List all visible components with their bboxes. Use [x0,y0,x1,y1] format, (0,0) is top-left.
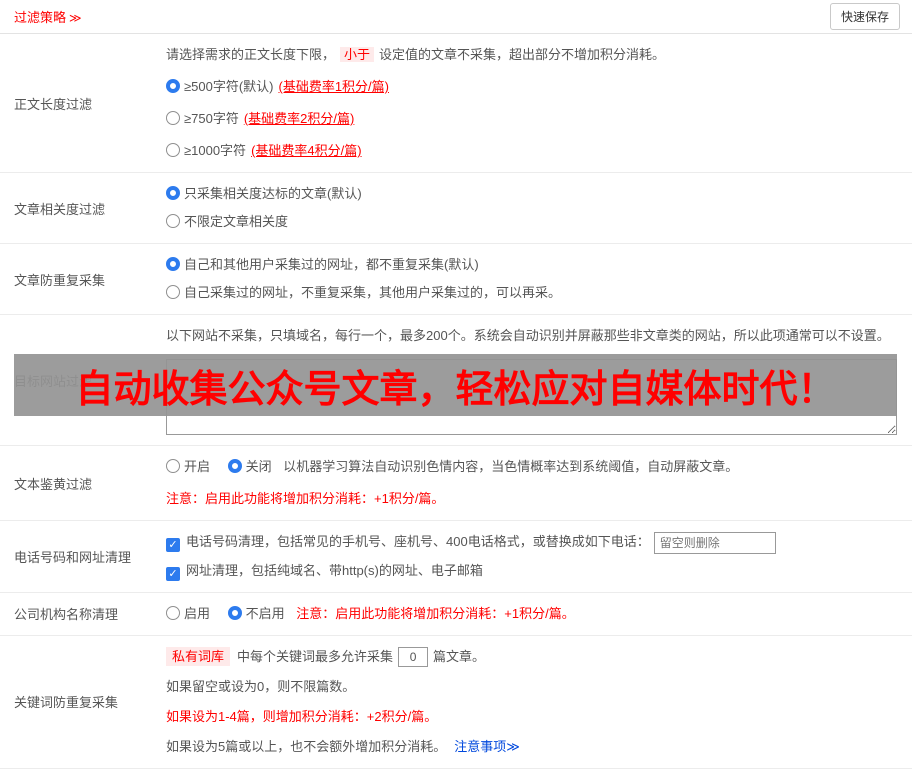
radio-500-chars[interactable] [166,79,180,93]
company-cleanup-cost-note: 注意：启用此功能将增加积分消耗：+1积分/篇。 [296,605,575,621]
row-label-relevance: 文章相关度过滤 [14,201,106,217]
page-title-text: 过滤策略 [14,10,67,25]
phone-cleanup-checkbox[interactable]: ✓ [166,538,180,552]
keyword-limit-text: 中每个关键词最多允许采集 [237,648,394,664]
option-text: ≥750字符 [184,111,239,126]
porn-option-off[interactable]: 关闭 [227,459,272,474]
blocked-sites-desc: 以下网站不采集，只填域名，每行一个，最多200个。系统会自动识别并屏蔽那些非文章… [166,328,890,343]
row-relevance-filter: 文章相关度过滤 只采集相关度达标的文章(默认) 不限定文章相关度 [0,173,912,244]
option-text: 只采集相关度达标的文章(默认) [184,186,362,201]
phone-replace-input[interactable] [653,531,776,554]
fee-note: (基础费率4积分/篇) [251,143,362,158]
fee-note: (基础费率2积分/篇) [243,111,355,126]
url-cleanup-checkbox[interactable]: ✓ [166,566,180,581]
row-label-company-cleanup: 公司机构名称清理 [14,607,119,623]
check-icon: ✓ [168,539,178,551]
length-option-500[interactable]: ≥500字符(默认) (基础费率1积分/篇) [166,76,897,98]
keyword-limit-input[interactable] [398,647,429,668]
watermark-text: 自动收集公众号文章，轻松应对自媒体时代！ [75,368,836,411]
top-toolbar: 过滤策略 ≫ 快速保存 [0,0,912,34]
company-cleanup-options: 启用 不启用 注意：启用此功能将增加积分消耗：+1积分/篇。 [166,603,897,625]
radio-company-off[interactable] [227,605,242,620]
dedup-option-self-only[interactable]: 自己采集过的网址，不重复采集，其他用户采集过的，可以再采。 [166,282,897,304]
option-text: 不启用 [245,605,285,621]
relevance-option-any[interactable]: 不限定文章相关度 [166,211,897,233]
company-option-on[interactable]: 启用 [166,605,211,621]
check-icon: ✓ [168,567,178,580]
option-text: ≥1000字符 [184,143,247,158]
company-option-off[interactable]: 不启用 [227,605,285,621]
notice-link[interactable]: 注意事项≫ [454,739,520,754]
radio-relevance-strict[interactable] [166,186,180,200]
keyword-note-five-text: 如果设为5篇或以上，也不会额外增加积分消耗。 [166,738,447,754]
less-than-highlight: 小于 [340,47,375,62]
keyword-limit-text-end: 篇文章。 [433,648,486,664]
radio-porn-on[interactable] [166,459,180,473]
intro-pre: 请选择需求的正文长度下限， [166,47,336,62]
row-keyword-dedup: 关键词防重复采集 私有词库中每个关键词最多允许采集 篇文章。 如果留空或设为0，则… [0,636,912,769]
row-label-dedup: 文章防重复采集 [14,272,106,288]
intro-post: 设定值的文章不采集，超出部分不增加积分消耗。 [379,47,666,62]
page-title[interactable]: 过滤策略 ≫ [14,7,82,26]
keyword-limit-line: 私有词库中每个关键词最多允许采集 篇文章。 [166,646,897,668]
watermark-banner: 自动收集公众号文章，轻松应对自媒体时代！ [14,354,897,416]
double-chevron-icon: ≫ [69,11,82,25]
radio-1000-chars[interactable] [166,143,180,157]
keyword-note-zero: 如果留空或设为0，则不限篇数。 [166,678,356,694]
length-option-1000[interactable]: ≥1000字符 (基础费率4积分/篇) [166,140,897,162]
dedup-option-all-users[interactable]: 自己和其他用户采集过的网址，都不重复采集(默认) [166,254,897,276]
url-cleanup-text: 网址清理，包括纯域名、带http(s)的网址、电子邮箱 [186,562,483,578]
porn-filter-cost-note: 注意：启用此功能将增加积分消耗：+1积分/篇。 [166,491,445,506]
keyword-note-five: 如果设为5篇或以上，也不会额外增加积分消耗。 注意事项≫ [166,736,897,758]
keyword-note-cost: 如果设为1-4篇，则增加积分消耗：+2积分/篇。 [166,708,438,724]
length-option-750[interactable]: ≥750字符 (基础费率2积分/篇) [166,108,897,130]
row-company-cleanup: 公司机构名称清理 启用 不启用 注意：启用此功能将增加积分消耗：+1积分/篇。 [0,593,912,636]
quick-save-button[interactable]: 快速保存 [829,3,900,30]
option-text: ≥500字符(默认) [184,79,274,94]
radio-750-chars[interactable] [166,111,180,125]
row-label-porn-filter: 文本鉴黄过滤 [14,476,93,492]
option-text: 自己和其他用户采集过的网址，都不重复采集(默认) [184,257,479,272]
phone-cleanup-text: 电话号码清理，包括常见的手机号、座机号、400电话格式，或替换成如下电话： [186,534,650,549]
porn-option-on[interactable]: 开启 [166,459,210,474]
radio-company-on[interactable] [166,605,180,620]
row-label-keyword-dedup: 关键词防重复采集 [14,695,119,711]
radio-dedup-self-only[interactable] [166,285,180,299]
option-text: 启用 [184,605,211,621]
porn-filter-options: 开启 关闭 以机器学习算法自动识别色情内容，当色情概率达到系统阈值，自动屏蔽文章… [166,456,897,478]
option-text: 开启 [184,459,211,474]
url-cleanup-line: ✓ 网址清理，包括纯域名、带http(s)的网址、电子邮箱 [166,560,897,582]
row-label-phone-url: 电话号码和网址清理 [14,549,132,565]
porn-filter-desc: 以机器学习算法自动识别色情内容，当色情概率达到系统阈值，自动屏蔽文章。 [283,459,739,474]
radio-relevance-any[interactable] [166,214,180,228]
radio-dedup-all-users[interactable] [166,257,180,271]
option-text: 不限定文章相关度 [184,214,289,229]
radio-porn-off[interactable] [227,459,242,473]
phone-cleanup-line: ✓ 电话号码清理，包括常见的手机号、座机号、400电话格式，或替换成如下电话： [166,531,897,554]
row-content-length-filter: 正文长度过滤 请选择需求的正文长度下限， 小于 设定值的文章不采集，超出部分不增加积… [0,34,912,173]
row-dedup-filter: 文章防重复采集 自己和其他用户采集过的网址，都不重复采集(默认) 自己采集过的网… [0,244,912,315]
option-text: 自己采集过的网址，不重复采集，其他用户采集过的，可以再采。 [184,285,562,300]
fee-note: (基础费率1积分/篇) [278,79,389,94]
row-phone-url-cleanup: 电话号码和网址清理 ✓ 电话号码清理，包括常见的手机号、座机号、400电话格式，或… [0,521,912,593]
row-porn-filter: 文本鉴黄过滤 开启 关闭 以机器学习算法自动识别色情内容，当色情概率达到系统阈值… [0,446,912,521]
option-text: 关闭 [245,459,272,474]
relevance-option-strict[interactable]: 只采集相关度达标的文章(默认) [166,183,897,205]
length-filter-intro: 请选择需求的正文长度下限， 小于 设定值的文章不采集，超出部分不增加积分消耗。 [166,44,897,66]
private-lexicon-badge: 私有词库 [166,646,231,666]
row-label-content-length: 正文长度过滤 [14,96,93,112]
